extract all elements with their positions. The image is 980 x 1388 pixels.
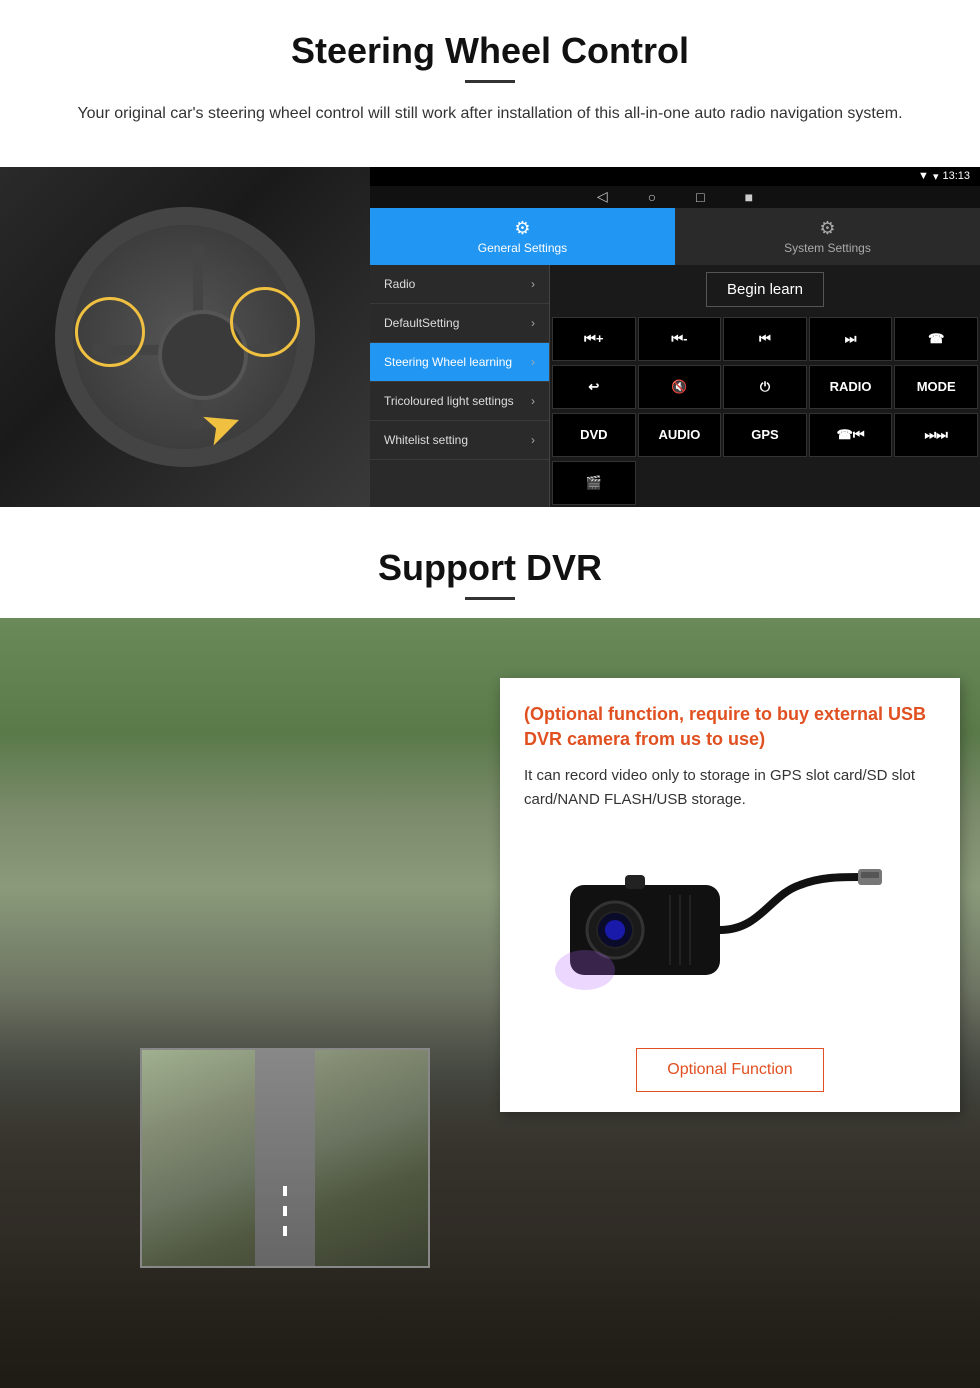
recents-nav-icon[interactable]: □ [696, 189, 704, 205]
gear-icon: ⚙ [376, 218, 669, 239]
title-divider [465, 80, 515, 83]
chevron-icon: › [531, 394, 535, 408]
steering-circle-left [75, 297, 145, 367]
wifi-icon: ▾ [933, 170, 939, 183]
steering-circle-right [230, 287, 300, 357]
ctrl-phone-prev[interactable]: ☎⏮ [809, 413, 893, 457]
chevron-icon: › [531, 277, 535, 291]
tab-general-label: General Settings [478, 241, 567, 255]
dvr-description: It can record video only to storage in G… [524, 764, 936, 812]
dvr-title-area: Support DVR [0, 507, 980, 600]
begin-learn-button[interactable]: Begin learn [706, 272, 824, 307]
steering-section: Steering Wheel Control Your original car… [0, 0, 980, 167]
control-buttons-row2: ↩ 🔇 ⏻ RADIO MODE [550, 363, 980, 411]
dvr-camera-svg [540, 835, 920, 1015]
ctrl-vol-up[interactable]: ⏮+ [552, 317, 636, 361]
dvr-camera-image [524, 828, 936, 1028]
menu-nav-icon[interactable]: ■ [745, 189, 753, 205]
home-nav-icon[interactable]: ○ [648, 189, 656, 205]
menu-item-steering-wheel[interactable]: Steering Wheel learning › [370, 343, 549, 382]
android-panel: ▼ ▾ 13:13 ◁ ○ □ ■ ⚙ General Settings ⚙ S… [370, 167, 980, 507]
tab-system-settings[interactable]: ⚙ System Settings [675, 208, 980, 265]
dvr-camera-preview [140, 1048, 430, 1268]
menu-radio-label: Radio [384, 277, 415, 291]
menu-tricoloured-label: Tricoloured light settings [384, 394, 514, 408]
page-title: Steering Wheel Control [40, 30, 940, 72]
ctrl-radio[interactable]: RADIO [809, 365, 893, 409]
signal-icon: ▼ [918, 170, 929, 182]
ctrl-next[interactable]: ⏭ [809, 317, 893, 361]
tab-general-settings[interactable]: ⚙ General Settings [370, 208, 675, 265]
ctrl-dvd[interactable]: DVD [552, 413, 636, 457]
ctrl-prev[interactable]: ⏮ [723, 317, 807, 361]
android-nav-bar: ◁ ○ □ ■ [370, 186, 980, 208]
clock: 13:13 [942, 170, 970, 182]
dvr-background: (Optional function, require to buy exter… [0, 618, 980, 1388]
dvr-title: Support DVR [40, 547, 940, 589]
dvr-section: Support DVR (Optional function, require … [0, 507, 980, 1388]
ctrl-audio[interactable]: AUDIO [638, 413, 722, 457]
ctrl-hang[interactable]: ↩ [552, 365, 636, 409]
chevron-icon: › [531, 433, 535, 447]
ctrl-mode[interactable]: MODE [894, 365, 978, 409]
ctrl-gps[interactable]: GPS [723, 413, 807, 457]
ctrl-mute[interactable]: 🔇 [638, 365, 722, 409]
settings-menu: Radio › DefaultSetting › Steering Wheel … [370, 265, 550, 507]
menu-item-whitelist[interactable]: Whitelist setting › [370, 421, 549, 460]
chevron-icon: › [531, 355, 535, 369]
settings-tabs: ⚙ General Settings ⚙ System Settings [370, 208, 980, 265]
menu-whitelist-label: Whitelist setting [384, 433, 468, 447]
chevron-icon: › [531, 316, 535, 330]
ctrl-camera[interactable]: 🎬 [552, 461, 636, 505]
dvr-info-card: (Optional function, require to buy exter… [500, 678, 960, 1112]
menu-item-radio[interactable]: Radio › [370, 265, 549, 304]
ctrl-phone[interactable]: ☎ [894, 317, 978, 361]
ctrl-power[interactable]: ⏻ [723, 365, 807, 409]
android-statusbar: ▼ ▾ 13:13 [370, 167, 980, 186]
dvr-optional-text: (Optional function, require to buy exter… [524, 702, 936, 752]
menu-steering-label: Steering Wheel learning [384, 355, 512, 369]
menu-default-label: DefaultSetting [384, 316, 459, 330]
begin-learn-row: Begin learn [550, 265, 980, 315]
system-icon: ⚙ [681, 218, 974, 239]
controls-panel: Begin learn ⏮+ ⏮- ⏮ ⏭ ☎ ↩ 🔇 ⏻ RADIO MODE [550, 265, 980, 507]
dvr-divider [465, 597, 515, 600]
menu-item-tricoloured[interactable]: Tricoloured light settings › [370, 382, 549, 421]
steering-demo-container: ▼ ▾ 13:13 ◁ ○ □ ■ ⚙ General Settings ⚙ S… [0, 167, 980, 507]
section-description: Your original car's steering wheel contr… [60, 101, 920, 127]
optional-function-button[interactable]: Optional Function [636, 1048, 823, 1092]
status-icons: ▼ ▾ 13:13 [918, 170, 970, 183]
tab-system-label: System Settings [784, 241, 871, 255]
steering-photo [0, 167, 370, 507]
control-buttons-row1: ⏮+ ⏮- ⏮ ⏭ ☎ [550, 315, 980, 363]
arrow-icon [200, 387, 300, 447]
back-nav-icon[interactable]: ◁ [597, 188, 608, 205]
control-buttons-row3: DVD AUDIO GPS ☎⏮ ⏭⏭ [550, 411, 980, 459]
settings-content: Radio › DefaultSetting › Steering Wheel … [370, 265, 980, 507]
ctrl-vol-down[interactable]: ⏮- [638, 317, 722, 361]
menu-item-default[interactable]: DefaultSetting › [370, 304, 549, 343]
ctrl-skip-next[interactable]: ⏭⏭ [894, 413, 978, 457]
control-buttons-row4: 🎬 [550, 459, 980, 507]
